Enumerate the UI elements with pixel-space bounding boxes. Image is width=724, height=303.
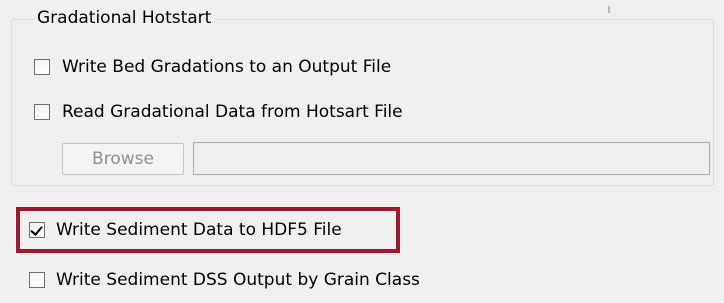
write-bed-gradations-option[interactable]: Write Bed Gradations to an Output File [34,54,391,80]
hotstart-file-path-field[interactable] [193,142,710,175]
gradational-hotstart-title: Gradational Hotstart [33,7,216,29]
read-gradational-data-checkbox[interactable] [34,104,50,120]
truncated-control-edge [608,6,610,13]
write-sediment-hdf5-label[interactable]: Write Sediment Data to HDF5 File [56,220,342,240]
write-sediment-dss-checkbox[interactable] [29,272,45,288]
read-gradational-data-option[interactable]: Read Gradational Data from Hotsart File [34,99,403,125]
write-bed-gradations-label[interactable]: Write Bed Gradations to an Output File [62,57,391,77]
read-gradational-data-label[interactable]: Read Gradational Data from Hotsart File [62,102,403,122]
write-sediment-hdf5-checkbox[interactable] [29,222,45,238]
write-sediment-hdf5-option[interactable]: Write Sediment Data to HDF5 File [29,217,342,243]
write-sediment-dss-label[interactable]: Write Sediment DSS Output by Grain Class [56,270,420,290]
write-bed-gradations-checkbox[interactable] [34,59,50,75]
browse-button[interactable]: Browse [62,143,184,175]
write-sediment-dss-option[interactable]: Write Sediment DSS Output by Grain Class [29,267,420,293]
